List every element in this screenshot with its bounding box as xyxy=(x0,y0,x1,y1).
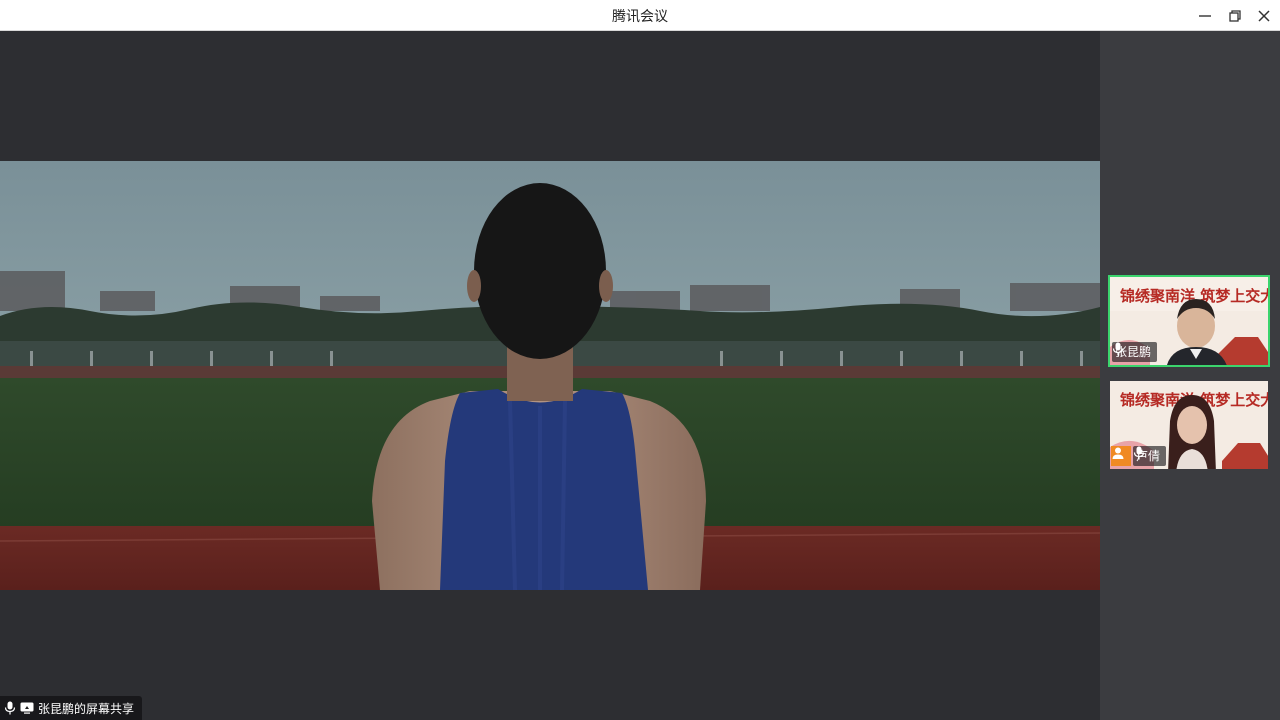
video-tile-speaker[interactable]: 锦绣聚南洋 筑梦上交大 张昆鹏 xyxy=(1108,275,1270,367)
video-tile-host[interactable]: 锦绣聚南洋 筑梦上交大 卢倩 xyxy=(1108,379,1270,471)
minimize-icon xyxy=(1199,15,1211,17)
screen-share-label: 张昆鹏的屏幕共享 xyxy=(38,701,135,716)
minimize-button[interactable] xyxy=(1195,6,1215,26)
screen-share-icon xyxy=(20,702,34,714)
host-person-icon xyxy=(1112,447,1124,459)
participant-label: 张昆鹏 xyxy=(1112,342,1158,362)
close-icon xyxy=(1258,10,1270,22)
window-title: 腾讯会议 xyxy=(612,8,668,24)
microphone-icon xyxy=(4,701,16,715)
shared-video-image xyxy=(0,161,1100,590)
restore-icon xyxy=(1229,10,1241,22)
screen-share-status: 张昆鹏的屏幕共享 xyxy=(0,696,143,720)
shared-screen-stage[interactable] xyxy=(0,31,1100,720)
microphone-icon xyxy=(1133,446,1145,460)
microphone-icon xyxy=(1112,342,1124,356)
participant-sidebar: 锦绣聚南洋 筑梦上交大 张昆鹏 锦绣聚南洋 筑梦上交大 卢倩 xyxy=(1100,31,1280,720)
participant-label: 卢倩 xyxy=(1133,446,1167,466)
restore-button[interactable] xyxy=(1225,6,1245,26)
host-badge xyxy=(1111,446,1131,466)
shared-video-frame xyxy=(0,161,1100,590)
close-button[interactable] xyxy=(1254,6,1274,26)
title-bar: 腾讯会议 xyxy=(0,0,1280,31)
